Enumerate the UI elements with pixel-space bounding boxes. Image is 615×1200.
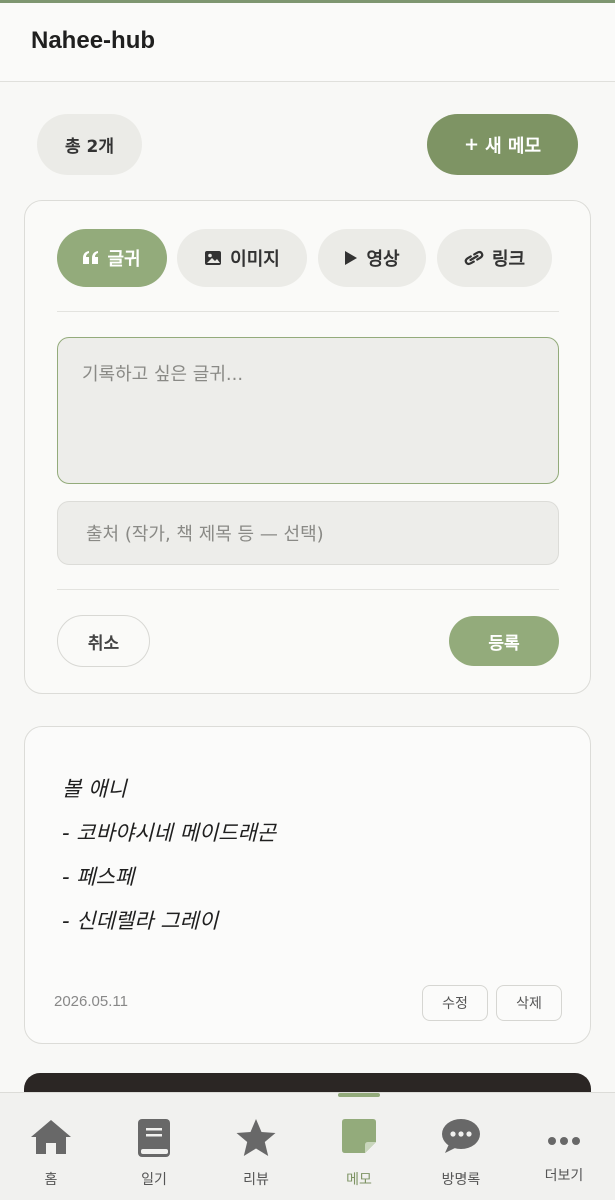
edit-button[interactable]: 수정 (422, 985, 488, 1021)
note-icon (341, 1118, 377, 1158)
submit-button[interactable]: 등록 (449, 616, 559, 666)
quote-textarea[interactable]: 기록하고 싶은 글귀... (57, 337, 559, 484)
composer-divider-bottom (57, 589, 559, 590)
star-icon (235, 1118, 277, 1162)
memo-date: 2026.05.11 (54, 993, 128, 1010)
nav-label-review: 리뷰 (243, 1172, 269, 1188)
nav-label-memo: 메모 (346, 1172, 372, 1188)
image-icon (204, 250, 222, 266)
brand-title[interactable]: Nahee-hub (31, 27, 155, 55)
nav-item-more[interactable]: 더보기 (513, 1093, 615, 1200)
tab-image[interactable]: 이미지 (177, 229, 307, 287)
cancel-button[interactable]: 취소 (57, 615, 150, 667)
memo-line: 볼 애니 (62, 777, 127, 801)
nav-label-guestbook: 방명록 (441, 1172, 481, 1188)
composer-divider-top (57, 311, 559, 312)
home-icon (29, 1118, 73, 1160)
nav-label-more: 더보기 (544, 1168, 584, 1184)
nav-item-review[interactable]: 리뷰 (205, 1093, 307, 1200)
app-header: Nahee-hub (0, 3, 615, 82)
new-memo-button[interactable]: + 새 메모 (427, 114, 578, 175)
tab-image-label: 이미지 (230, 249, 280, 270)
bottom-navigation: 홈 일기 리뷰 메모 방명록 더보기 (0, 1092, 615, 1200)
cancel-label: 취소 (87, 633, 120, 654)
nav-item-guestbook[interactable]: 방명록 (410, 1093, 512, 1200)
nav-item-home[interactable]: 홈 (0, 1093, 102, 1200)
chat-icon (441, 1118, 481, 1158)
memo-count-label: 총 2개 (64, 137, 115, 157)
source-input-placeholder: 출처 (작가, 책 제목 등 — 선택) (86, 524, 324, 545)
new-memo-label: 새 메모 (485, 135, 542, 157)
tab-video[interactable]: 영상 (318, 229, 426, 287)
memo-line: - 신데렐라 그레이 (62, 909, 219, 933)
nav-item-memo[interactable]: 메모 (308, 1093, 410, 1200)
play-icon (344, 250, 358, 266)
source-input[interactable]: 출처 (작가, 책 제목 등 — 선택) (57, 501, 559, 565)
memo-composer: 글귀 이미지 영상 링크 기록하고 싶은 글귀... 출처 (작가, 책 제목 … (24, 200, 591, 694)
tab-quote-label: 글귀 (107, 249, 141, 270)
memo-count-badge: 총 2개 (37, 114, 142, 175)
tab-quote[interactable]: 글귀 (57, 229, 167, 287)
book-icon (137, 1118, 171, 1162)
nav-label-diary: 일기 (141, 1172, 167, 1188)
edit-label: 수정 (442, 996, 468, 1012)
delete-label: 삭제 (516, 996, 542, 1012)
memo-card: 볼 애니 - 코바야시네 메이드래곤 - 페스페 - 신데렐라 그레이 2026… (24, 726, 591, 1044)
nav-item-diary[interactable]: 일기 (103, 1093, 205, 1200)
quote-textarea-placeholder: 기록하고 싶은 글귀... (82, 364, 244, 385)
tab-link-label: 링크 (491, 249, 526, 270)
memo-line: - 페스페 (62, 865, 135, 889)
quote-icon (83, 251, 99, 265)
more-icon (547, 1131, 581, 1150)
submit-label: 등록 (488, 633, 520, 654)
delete-button[interactable]: 삭제 (496, 985, 562, 1021)
nav-label-home: 홈 (44, 1172, 58, 1188)
memo-line: - 코바야시네 메이드래곤 (62, 821, 277, 845)
plus-icon: + (463, 134, 480, 155)
tab-link[interactable]: 링크 (437, 229, 552, 287)
tab-video-label: 영상 (366, 249, 400, 270)
link-icon (464, 250, 484, 266)
